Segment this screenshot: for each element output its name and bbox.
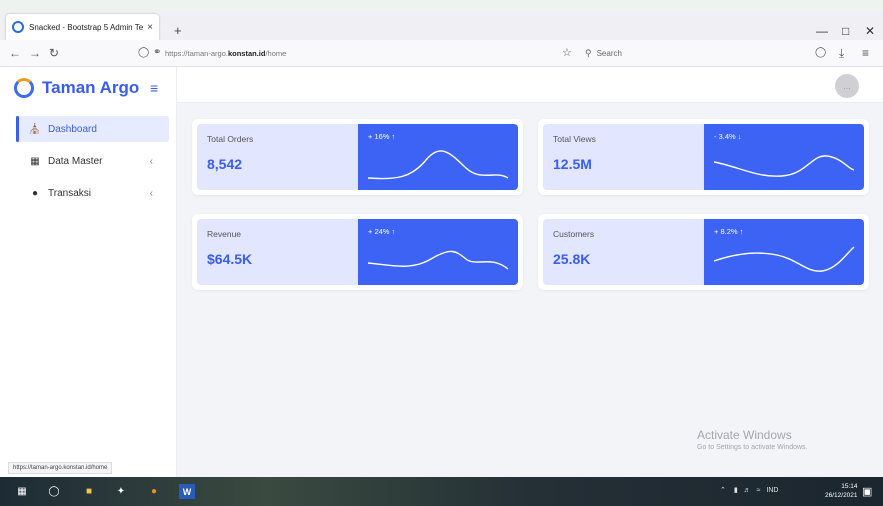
sparkline bbox=[713, 246, 855, 272]
card-value: 25.8K bbox=[553, 251, 591, 267]
app-sidebar: Taman Argo ≡ ⛪ Dashboard ▦ Data Master ‹… bbox=[0, 67, 177, 477]
card-value: 8,542 bbox=[207, 156, 243, 172]
chevron-left-icon: ‹ bbox=[149, 155, 153, 167]
search-icon: ⚲ bbox=[585, 48, 592, 58]
avatar[interactable]: … bbox=[835, 74, 859, 98]
status-url: https://taman-argo.konstan.id/home bbox=[8, 462, 113, 474]
sparkline bbox=[367, 250, 509, 270]
shield-icon[interactable]: ◯ bbox=[138, 47, 149, 58]
browser-nav-bar: ← → ↻ ◯ ⚭ https://taman-argo. konstan.id /… bbox=[0, 40, 883, 67]
sidebar-item-label: Transaksi bbox=[48, 187, 91, 199]
file-explorer-icon[interactable]: ■ bbox=[81, 484, 97, 499]
back-icon[interactable]: ← bbox=[9, 46, 21, 60]
system-tray: ⌃ ▮ ♬ ≈ IND bbox=[720, 486, 778, 494]
new-tab-button[interactable]: + bbox=[174, 23, 182, 38]
sidebar-toggle-icon[interactable]: ≡ bbox=[150, 80, 158, 96]
clock[interactable]: 15:14 26/12/2021 bbox=[825, 482, 858, 500]
card-chart: - 3.4% ↓ bbox=[704, 124, 864, 190]
card-chart: + 8.2% ↑ bbox=[704, 219, 864, 285]
search-field[interactable]: ⚲ Search bbox=[585, 45, 790, 62]
card-label: Total Views bbox=[553, 134, 596, 144]
sidebar-item-label: Data Master bbox=[48, 155, 103, 167]
maximize-icon[interactable]: □ bbox=[842, 24, 849, 38]
card-trend: - 3.4% ↓ bbox=[714, 132, 742, 141]
reload-icon[interactable]: ↻ bbox=[49, 46, 59, 60]
card-trend: + 16% ↑ bbox=[368, 132, 396, 141]
volume-icon[interactable]: ♬ bbox=[744, 487, 751, 494]
sparkline bbox=[367, 150, 509, 180]
tab-title: Snacked - Bootstrap 5 Admin Te bbox=[29, 22, 144, 32]
activate-windows-watermark: Activate Windows Go to Settings to activ… bbox=[697, 428, 808, 451]
main-content: Total Orders 8,542 + 16% ↑ Total Views 1… bbox=[177, 103, 883, 477]
close-tab-icon[interactable]: × bbox=[147, 22, 153, 33]
card-info: Customers 25.8K bbox=[543, 219, 704, 285]
windows-start-icon[interactable]: ▦ bbox=[14, 484, 30, 499]
wifi-icon[interactable]: ≈ bbox=[757, 487, 761, 494]
word-icon[interactable]: W bbox=[179, 484, 195, 499]
close-window-icon[interactable]: ✕ bbox=[865, 24, 875, 38]
card-label: Total Orders bbox=[207, 134, 254, 144]
card-value: $64.5K bbox=[207, 251, 253, 267]
drop-icon: ● bbox=[31, 187, 39, 199]
pocket-icon[interactable]: ◯ bbox=[815, 47, 826, 58]
sidebar-item-transaksi[interactable]: ● Transaksi ‹ bbox=[16, 180, 169, 206]
bookmark-star-icon[interactable]: ☆ bbox=[562, 46, 572, 59]
minimize-icon[interactable]: — bbox=[816, 24, 828, 38]
sparkline bbox=[713, 155, 855, 177]
language-indicator[interactable]: IND bbox=[766, 487, 778, 494]
sidebar-item-data-master[interactable]: ▦ Data Master ‹ bbox=[16, 148, 169, 174]
card-label: Customers bbox=[553, 229, 595, 239]
battery-icon[interactable]: ▮ bbox=[734, 487, 738, 494]
lock-icon[interactable]: ⚭ bbox=[153, 47, 161, 58]
brand-name: Taman Argo bbox=[42, 78, 140, 97]
task-view-icon[interactable]: ◯ bbox=[46, 484, 62, 499]
menu-icon[interactable]: ≡ bbox=[862, 46, 869, 60]
notification-icon[interactable]: ▣ bbox=[862, 485, 872, 498]
url-field[interactable]: https://taman-argo. konstan.id/home bbox=[165, 45, 585, 62]
browser-tab-bar: Snacked - Bootstrap 5 Admin Te × + — □ ✕ bbox=[0, 10, 883, 40]
chevron-left-icon: ‹ bbox=[149, 187, 153, 199]
card-chart: + 16% ↑ bbox=[358, 124, 518, 190]
stat-card-customers: Customers 25.8K + 8.2% ↑ bbox=[538, 214, 869, 290]
chevron-up-icon[interactable]: ⌃ bbox=[720, 487, 726, 494]
firefox-icon[interactable]: ● bbox=[146, 484, 162, 499]
card-chart: + 24% ↑ bbox=[358, 219, 518, 285]
card-trend: + 24% ↑ bbox=[368, 227, 396, 236]
forward-icon[interactable]: → bbox=[29, 46, 41, 60]
grid-icon: ▦ bbox=[30, 155, 40, 167]
sidebar-item-dashboard[interactable]: ⛪ Dashboard bbox=[16, 116, 169, 142]
top-backdrop bbox=[0, 0, 883, 10]
brand-logo-icon bbox=[14, 78, 34, 98]
card-info: Total Views 12.5M bbox=[543, 124, 704, 190]
stat-card-revenue: Revenue $64.5K + 24% ↑ bbox=[192, 214, 523, 290]
sidebar-menu: ⛪ Dashboard ▦ Data Master ‹ ● Transaksi … bbox=[16, 116, 169, 212]
brand[interactable]: Taman Argo bbox=[14, 75, 139, 101]
card-info: Revenue $64.5K bbox=[197, 219, 358, 285]
card-info: Total Orders 8,542 bbox=[197, 124, 358, 190]
stat-card-total-orders: Total Orders 8,542 + 16% ↑ bbox=[192, 119, 523, 195]
card-trend: + 8.2% ↑ bbox=[714, 227, 744, 236]
card-label: Revenue bbox=[207, 229, 242, 239]
favicon-icon bbox=[12, 21, 24, 33]
download-icon[interactable]: ⤓ bbox=[839, 46, 844, 61]
home-icon: ⛪ bbox=[28, 123, 42, 135]
app-header bbox=[177, 67, 883, 103]
sidebar-item-label: Dashboard bbox=[48, 123, 97, 135]
browser-tab[interactable]: Snacked - Bootstrap 5 Admin Te × bbox=[6, 14, 159, 40]
card-value: 12.5M bbox=[553, 156, 592, 172]
app-icon[interactable]: ✦ bbox=[113, 484, 129, 499]
taskbar: ▦ ◯ ■ ✦ ● W ⌃ ▮ ♬ ≈ IND 15:14 26/12/2021… bbox=[0, 477, 883, 506]
stat-card-total-views: Total Views 12.5M - 3.4% ↓ bbox=[538, 119, 869, 195]
